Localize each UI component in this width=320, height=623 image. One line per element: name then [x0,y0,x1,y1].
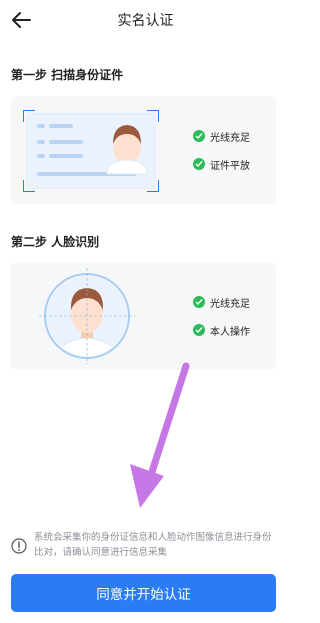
notice-text: 系统会采集你的身份证信息和人脸动作图像信息进行身份比对，请确认同意进行信息采集 [34,532,272,558]
check-icon [193,296,205,308]
page-title: 实名认证 [117,13,174,29]
annotation-arrow-icon [130,362,190,508]
step2-title: 第二步 人脸识别 [11,235,100,249]
step1-check-flat: 证件平放 [193,156,250,172]
check-label: 本人操作 [210,326,250,338]
step1-check-light: 光线充足 [193,128,250,144]
face-recognition-illustration [39,268,135,364]
info-icon [11,538,27,554]
agree-start-button[interactable]: 同意并开始认证 [11,574,276,612]
check-icon [193,130,205,142]
check-icon [193,324,205,336]
step2-check-light: 光线充足 [193,294,250,310]
privacy-notice: 系统会采集你的身份证信息和人脸动作图像信息进行身份比对，请确认同意进行信息采集 [11,530,279,566]
step2-card: 光线充足 本人操作 [11,262,276,370]
check-label: 证件平放 [210,160,250,172]
check-label: 光线充足 [210,298,250,310]
step1-card: 光线充足 证件平放 [11,96,276,204]
header: 实名认证 [0,0,291,40]
check-label: 光线充足 [210,132,250,144]
step1-title: 第一步 扫描身份证件 [11,68,124,82]
check-icon [193,158,205,170]
step2-check-self: 本人操作 [193,322,250,338]
id-card-illustration [23,110,159,192]
